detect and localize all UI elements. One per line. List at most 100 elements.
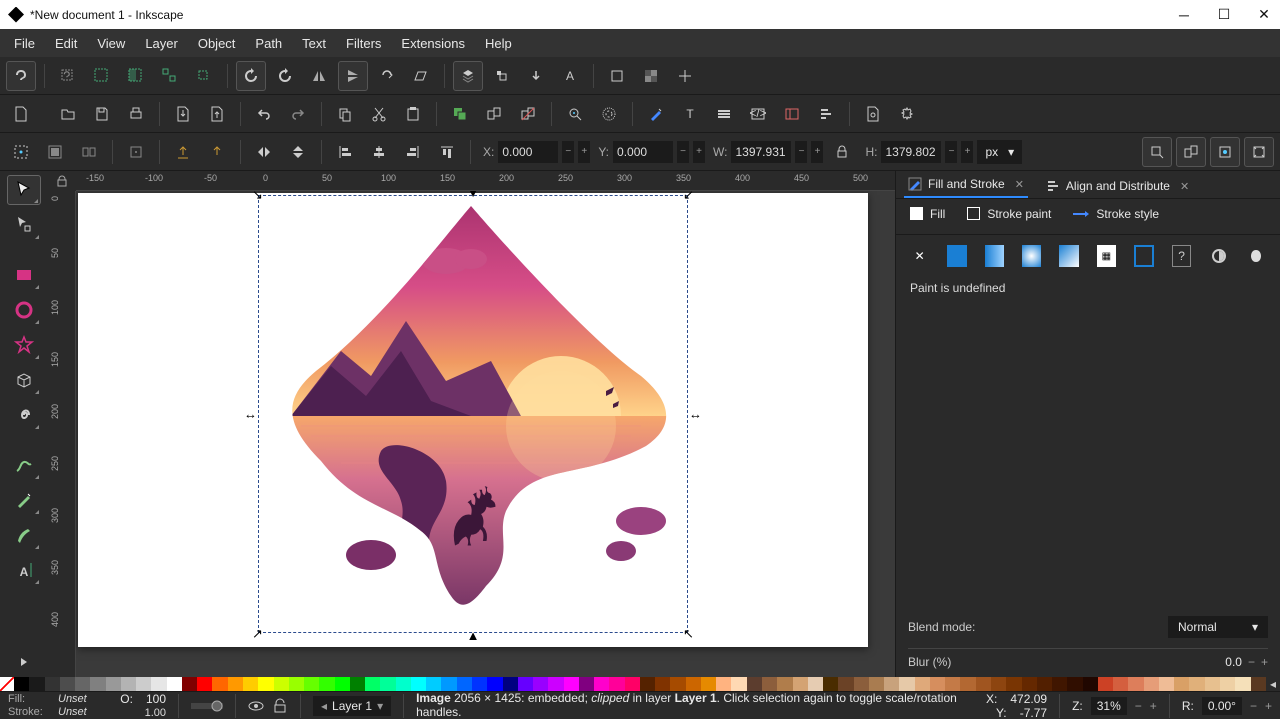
opacity-slider-icon[interactable] bbox=[191, 697, 223, 715]
swatch[interactable] bbox=[945, 677, 960, 691]
menu-extensions[interactable]: Extensions bbox=[391, 32, 475, 55]
swatch[interactable] bbox=[1022, 677, 1037, 691]
y-input[interactable] bbox=[613, 141, 673, 163]
raise-top-icon[interactable] bbox=[453, 61, 483, 91]
box3d-tool[interactable] bbox=[7, 365, 41, 395]
swatch[interactable] bbox=[151, 677, 166, 691]
select-all-layers-icon[interactable] bbox=[6, 61, 36, 91]
lock-aspect-icon[interactable] bbox=[827, 137, 857, 167]
snap-center-icon[interactable] bbox=[121, 137, 151, 167]
swatch[interactable] bbox=[716, 677, 731, 691]
swatch[interactable] bbox=[579, 677, 594, 691]
xml-dialog-icon[interactable]: </> bbox=[743, 99, 773, 129]
swatch[interactable] bbox=[747, 677, 762, 691]
snap-bbox-icon[interactable] bbox=[6, 137, 36, 167]
align-left-icon[interactable] bbox=[330, 137, 360, 167]
import-icon[interactable] bbox=[168, 99, 198, 129]
swatch[interactable] bbox=[487, 677, 502, 691]
palette-menu-button[interactable]: ◂ bbox=[1266, 677, 1280, 691]
raise-one-icon[interactable] bbox=[202, 137, 232, 167]
node-tool[interactable] bbox=[7, 210, 41, 240]
swatch[interactable] bbox=[197, 677, 212, 691]
swatch[interactable] bbox=[686, 677, 701, 691]
swatch[interactable] bbox=[350, 677, 365, 691]
swatch[interactable] bbox=[533, 677, 548, 691]
menu-edit[interactable]: Edit bbox=[45, 32, 87, 55]
fill-stroke-dialog-icon[interactable] bbox=[641, 99, 671, 129]
menu-help[interactable]: Help bbox=[475, 32, 522, 55]
maximize-button[interactable]: ☐ bbox=[1216, 6, 1232, 23]
more-tools-button[interactable] bbox=[7, 647, 41, 677]
cut-icon[interactable] bbox=[364, 99, 394, 129]
h-inc-button[interactable]: + bbox=[961, 141, 973, 163]
x-inc-button[interactable]: + bbox=[578, 141, 590, 163]
status-fill-value[interactable]: Unset bbox=[58, 693, 108, 705]
star-tool[interactable] bbox=[7, 330, 41, 360]
swatch[interactable] bbox=[1006, 677, 1021, 691]
paint-linear-icon[interactable] bbox=[985, 245, 1004, 267]
swatch[interactable] bbox=[915, 677, 930, 691]
align-top-icon[interactable] bbox=[432, 137, 462, 167]
swatch[interactable] bbox=[609, 677, 624, 691]
menu-text[interactable]: Text bbox=[292, 32, 336, 55]
menu-file[interactable]: File bbox=[4, 32, 45, 55]
swatch[interactable] bbox=[991, 677, 1006, 691]
clone-icon[interactable] bbox=[479, 99, 509, 129]
swatch[interactable] bbox=[167, 677, 182, 691]
h-input[interactable] bbox=[881, 141, 941, 163]
handle-nw[interactable]: ↘ bbox=[252, 191, 263, 200]
menu-view[interactable]: View bbox=[87, 32, 135, 55]
paint-none-icon[interactable]: ✕ bbox=[910, 245, 929, 267]
transform-strokes-icon[interactable] bbox=[670, 61, 700, 91]
skew-icon[interactable] bbox=[406, 61, 436, 91]
swatch[interactable] bbox=[45, 677, 60, 691]
ruler-vertical[interactable]: 050100150200250300350400 bbox=[48, 191, 76, 677]
selectors-dialog-icon[interactable] bbox=[777, 99, 807, 129]
swatch[interactable] bbox=[14, 677, 29, 691]
swatch[interactable] bbox=[701, 677, 716, 691]
zoom-out-button[interactable]: − bbox=[1135, 699, 1142, 713]
ruler-horizontal[interactable]: -150-100-5005010015020025030035040045050… bbox=[76, 171, 895, 191]
color-palette[interactable]: ◂ bbox=[0, 677, 1280, 691]
swatch[interactable] bbox=[319, 677, 334, 691]
swatch[interactable] bbox=[594, 677, 609, 691]
swatch[interactable] bbox=[899, 677, 914, 691]
snap-nodes-icon[interactable] bbox=[40, 137, 70, 167]
swatch[interactable] bbox=[411, 677, 426, 691]
move-pattern-icon[interactable] bbox=[602, 61, 632, 91]
select-invert-icon[interactable] bbox=[121, 61, 151, 91]
raise-to-top-icon[interactable] bbox=[168, 137, 198, 167]
swatch[interactable] bbox=[1235, 677, 1250, 691]
swatch[interactable] bbox=[29, 677, 44, 691]
swatch[interactable] bbox=[655, 677, 670, 691]
h-dec-button[interactable]: − bbox=[945, 141, 957, 163]
zoom-value[interactable]: 31% bbox=[1097, 699, 1121, 713]
swatch[interactable] bbox=[457, 677, 472, 691]
y-dec-button[interactable]: − bbox=[677, 141, 689, 163]
redo-icon[interactable] bbox=[283, 99, 313, 129]
doc-properties-icon[interactable] bbox=[858, 99, 888, 129]
move-gradients-icon[interactable] bbox=[636, 61, 666, 91]
snap-align-icon[interactable] bbox=[74, 137, 104, 167]
close-tab-icon[interactable]: ✕ bbox=[1015, 178, 1024, 191]
swatch[interactable] bbox=[106, 677, 121, 691]
swatch[interactable] bbox=[60, 677, 75, 691]
paint-radial-icon[interactable] bbox=[1022, 245, 1041, 267]
visibility-toggle-icon[interactable] bbox=[248, 698, 264, 714]
zoom-selection-icon[interactable] bbox=[560, 99, 590, 129]
swatch[interactable] bbox=[808, 677, 823, 691]
swatch[interactable] bbox=[1083, 677, 1098, 691]
transform-move-icon[interactable] bbox=[1142, 137, 1172, 167]
w-inc-button[interactable]: + bbox=[811, 141, 823, 163]
new-doc-icon[interactable] bbox=[6, 99, 36, 129]
x-dec-button[interactable]: − bbox=[562, 141, 574, 163]
x-input[interactable] bbox=[498, 141, 558, 163]
opacity-value[interactable]: 100 bbox=[146, 692, 166, 706]
paint-swatch-icon[interactable] bbox=[1134, 245, 1154, 267]
tab-align-distribute[interactable]: Align and Distribute ✕ bbox=[1042, 174, 1193, 198]
zoom-drawing-icon[interactable] bbox=[594, 99, 624, 129]
canvas[interactable]: ↘ ▼ ↙ ↔ ↔ ↗ ▲ ↖ ●●● bbox=[76, 191, 895, 677]
paint-unknown-icon[interactable]: ? bbox=[1172, 245, 1192, 267]
swatch[interactable] bbox=[396, 677, 411, 691]
save-icon[interactable] bbox=[87, 99, 117, 129]
